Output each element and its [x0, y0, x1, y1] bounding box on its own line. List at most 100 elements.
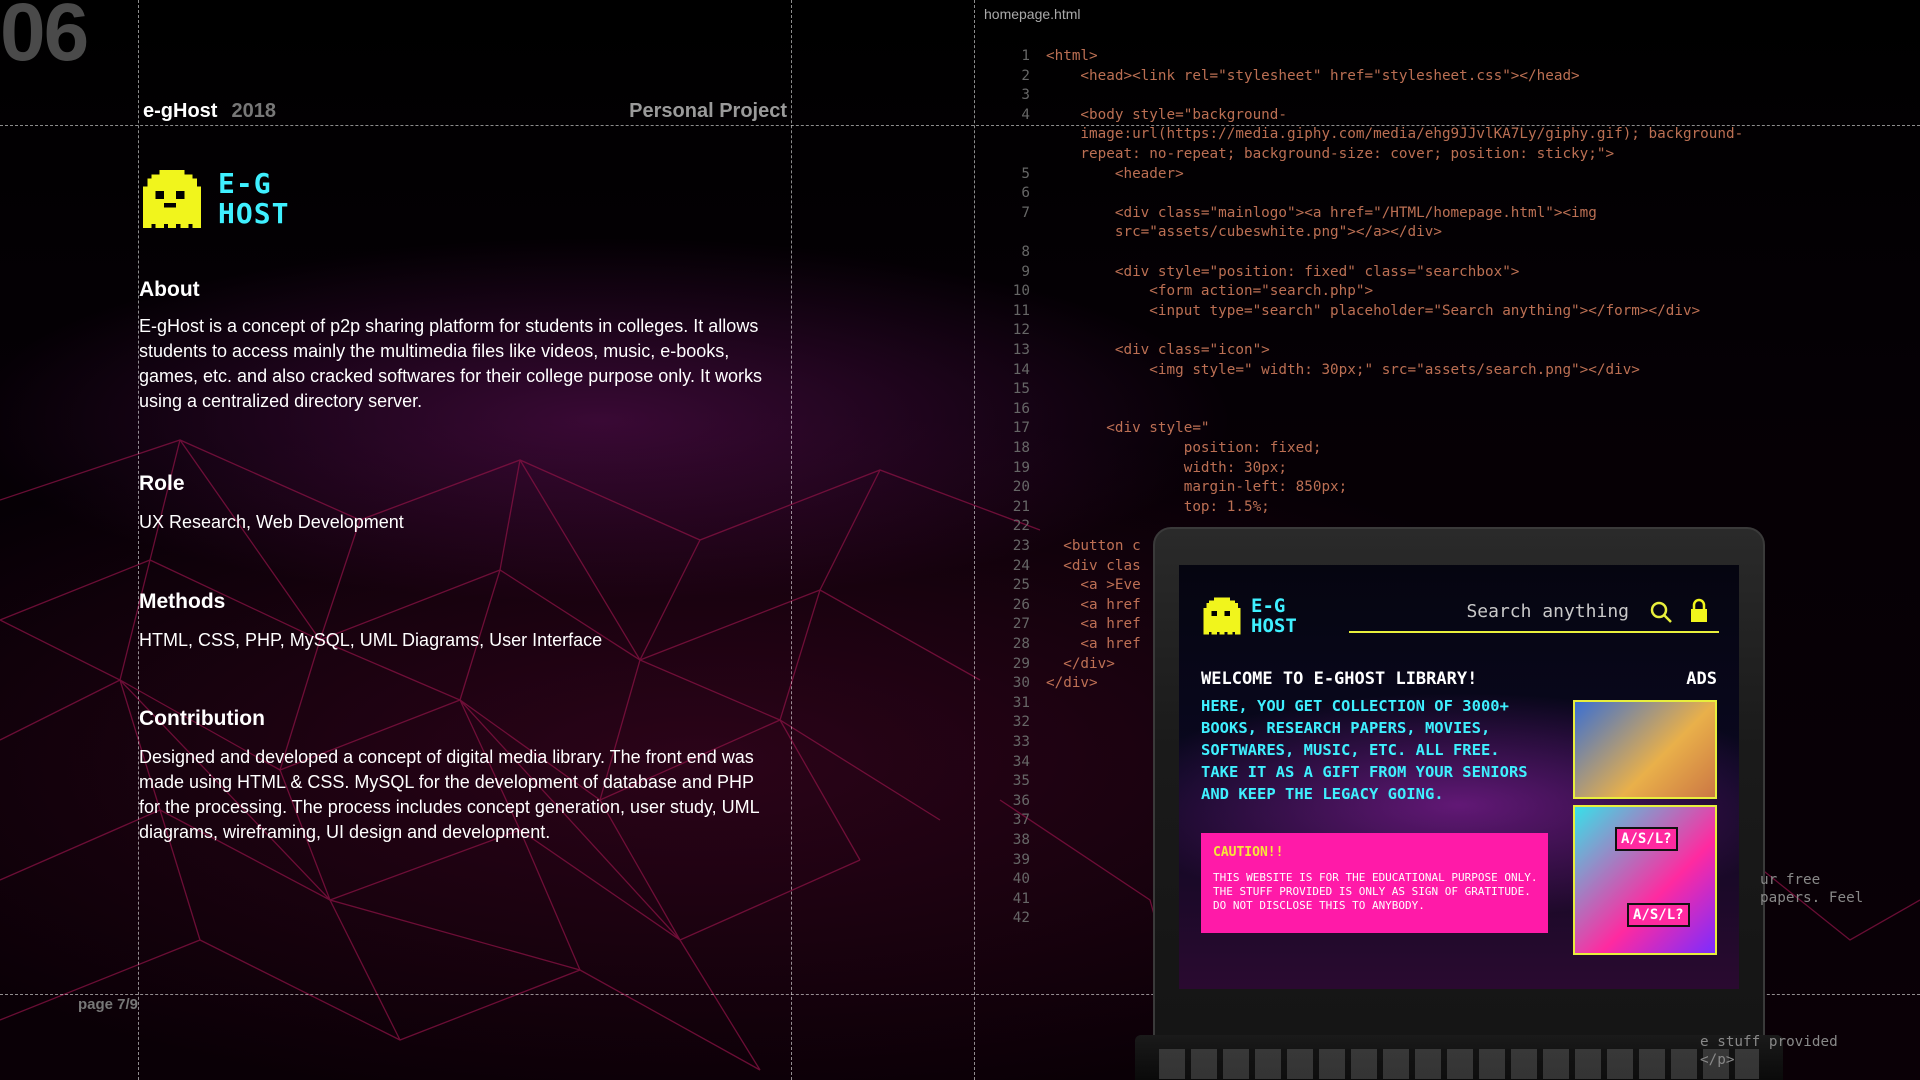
line-number: 27 [1012, 616, 1030, 633]
code-line[interactable]: <div style="position: fixed" class="sear… [1046, 264, 1520, 280]
code-line[interactable]: <div class="icon"> [1046, 342, 1270, 358]
line-number: 3 [1021, 87, 1030, 104]
line-number: 13 [1012, 342, 1030, 358]
line-number: 20 [1012, 479, 1030, 496]
ad-banner-1[interactable] [1573, 700, 1717, 799]
ad-banner-2[interactable]: A/S/L? A/S/L? [1573, 805, 1717, 955]
site-logo-line2: HOST [1251, 615, 1297, 637]
editor-filename: homepage.html [984, 6, 1081, 22]
site-ads-label: ADS [1686, 669, 1717, 689]
line-number: 10 [1012, 283, 1030, 300]
line-number: 22 [1012, 518, 1030, 535]
caution-box: CAUTION!! THIS WEBSITE IS FOR THE EDUCAT… [1201, 833, 1548, 933]
line-number: 28 [1012, 636, 1030, 652]
code-line[interactable]: repeat: no-repeat; background-size: cove… [1046, 146, 1614, 162]
line-number: 21 [1012, 498, 1030, 515]
line-number: 4 [1021, 106, 1030, 123]
guide-vertical [138, 0, 139, 1080]
logo-line2: HOST [218, 197, 290, 230]
ad-tag: A/S/L? [1627, 903, 1690, 927]
code-line[interactable]: </div> [1046, 675, 1098, 691]
line-number: 17 [1012, 420, 1030, 437]
line-number: 12 [1012, 322, 1030, 339]
ghost-icon [1203, 597, 1241, 635]
project-year: 2018 [231, 100, 276, 122]
section-number: 06 [0, 0, 89, 78]
guide-vertical [974, 0, 975, 1080]
logo-line1: E-G [218, 167, 272, 200]
line-number: 8 [1021, 244, 1030, 260]
code-line[interactable]: <a href [1046, 616, 1140, 632]
line-number: 15 [1012, 381, 1030, 398]
line-number: 18 [1012, 440, 1030, 456]
line-number: 34 [1012, 753, 1030, 770]
methods-title: Methods [139, 590, 226, 613]
line-number: 11 [1012, 302, 1030, 319]
search-icon[interactable] [1649, 600, 1673, 624]
code-line[interactable]: position: fixed; [1046, 440, 1322, 456]
about-title: About [139, 278, 200, 301]
egHost-logo: E-G HOST [138, 166, 289, 232]
code-line[interactable]: top: 1.5%; [1046, 499, 1270, 515]
guide-vertical [791, 0, 792, 1080]
methods-text: HTML, CSS, PHP, MySQL, UML Diagrams, Use… [139, 630, 603, 650]
laptop-keyboard-base [1135, 1035, 1783, 1080]
contribution-title: Contribution [139, 707, 265, 730]
line-number: 42 [1012, 910, 1030, 927]
lock-icon[interactable] [1689, 598, 1709, 624]
code-line[interactable]: src="assets/cubeswhite.png"></a></div> [1046, 224, 1442, 240]
code-line[interactable]: <html> [1046, 48, 1098, 64]
line-number: 32 [1012, 714, 1030, 731]
methods-section: Methods HTML, CSS, PHP, MySQL, UML Diagr… [139, 590, 779, 653]
code-line[interactable]: <div clas [1046, 558, 1140, 574]
code-line[interactable]: width: 30px; [1046, 460, 1287, 476]
code-line[interactable]: <form action="search.php"> [1046, 283, 1373, 299]
keyboard-keys [1159, 1049, 1759, 1079]
project-type: Personal Project [629, 100, 787, 122]
code-line[interactable]: <div style=" [1046, 420, 1209, 436]
site-intro-text: HERE, YOU GET COLLECTION OF 3000+ BOOKS,… [1201, 697, 1528, 803]
line-number: 29 [1012, 655, 1030, 672]
line-number: 39 [1012, 851, 1030, 868]
code-line[interactable]: <a href [1046, 597, 1140, 613]
code-fragment: </p> [1700, 1052, 1735, 1068]
line-number: 6 [1021, 185, 1030, 202]
code-line[interactable]: image:url(https://media.giphy.com/media/… [1046, 126, 1743, 142]
line-number: 33 [1012, 734, 1030, 750]
line-number: 24 [1012, 557, 1030, 574]
line-number: 2 [1021, 67, 1030, 84]
line-number: 9 [1021, 263, 1030, 280]
logo-wordmark: E-G HOST [218, 169, 289, 229]
line-number: 38 [1012, 832, 1030, 848]
role-title: Role [139, 472, 185, 495]
line-number: 23 [1012, 538, 1030, 554]
code-line[interactable]: <input type="search" placeholder="Search… [1046, 303, 1700, 319]
code-line[interactable]: <a >Eve [1046, 577, 1140, 593]
code-line[interactable]: <body style="background- [1046, 107, 1287, 123]
code-line[interactable]: <a href [1046, 636, 1140, 652]
code-line[interactable]: <button c [1046, 538, 1140, 554]
code-line[interactable]: <header> [1046, 166, 1184, 182]
code-line[interactable]: margin-left: 850px; [1046, 479, 1348, 495]
line-number: 31 [1012, 694, 1030, 711]
site-logo-line1: E-G [1251, 595, 1286, 617]
site-search-input[interactable]: Search anything [1466, 601, 1629, 622]
site-logo-wordmark: E-G HOST [1251, 596, 1297, 636]
project-name: e-gHost [143, 100, 218, 122]
laptop-mockup: E-G HOST Search anything WELCOME TO E-GH… [1135, 527, 1783, 1080]
page-indicator: page 7/9 [78, 996, 139, 1013]
caution-title: CAUTION!! [1213, 845, 1284, 860]
site-welcome-heading: WELCOME TO E-GHOST LIBRARY! [1201, 669, 1478, 689]
code-line[interactable]: <div class="mainlogo"><a href="/HTML/hom… [1046, 205, 1597, 221]
code-line[interactable]: </div> [1046, 656, 1115, 672]
code-line[interactable]: <head><link rel="stylesheet" href="style… [1046, 68, 1579, 84]
site-search-box[interactable]: Search anything [1349, 595, 1719, 633]
ghost-icon [143, 170, 201, 228]
line-number: 5 [1021, 165, 1030, 182]
line-number: 16 [1012, 400, 1030, 417]
about-text: E-gHost is a concept of p2p sharing plat… [139, 316, 762, 411]
ad-tag: A/S/L? [1615, 827, 1678, 851]
site-logo[interactable]: E-G HOST [1201, 595, 1297, 637]
code-line[interactable]: <img style=" width: 30px;" src="assets/s… [1046, 362, 1640, 378]
project-header: e-gHost 2018 [143, 100, 276, 123]
